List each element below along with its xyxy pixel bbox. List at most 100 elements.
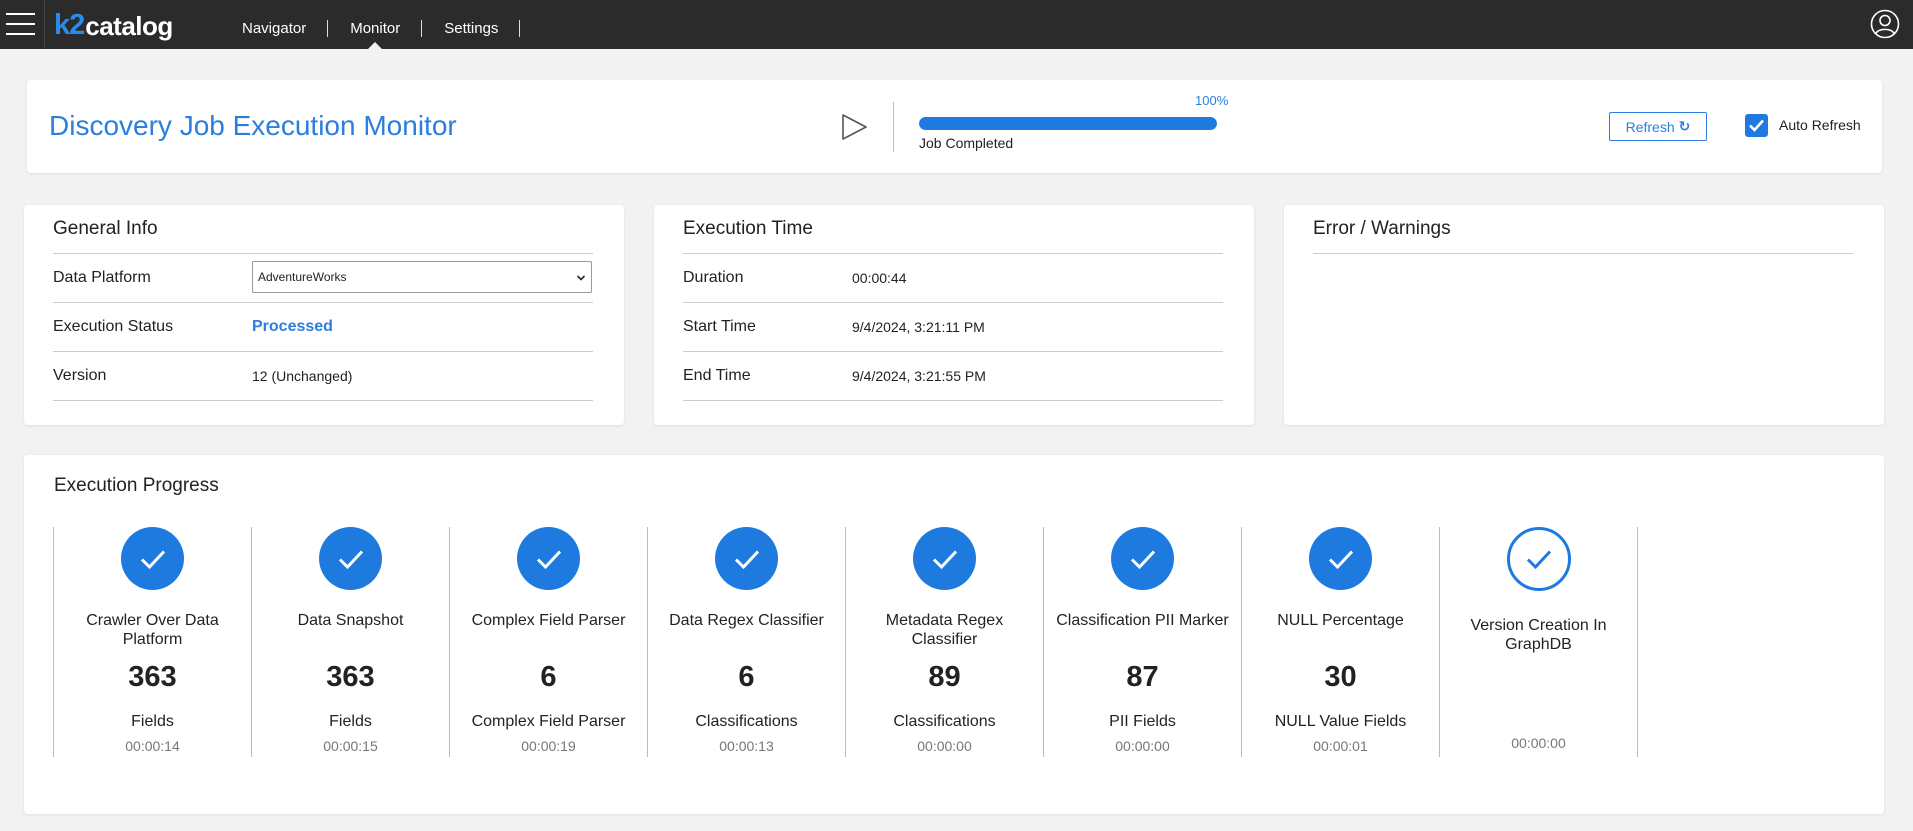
version-value: 12 (Unchanged) [252, 368, 353, 384]
data-platform-value: AdventureWorks [258, 270, 347, 284]
header-divider [893, 102, 894, 152]
step-count: 363 [326, 661, 375, 693]
nav-monitor[interactable]: Monitor [328, 0, 421, 49]
general-info-title: General Info [53, 218, 158, 239]
step-name: Complex Field Parser [471, 612, 626, 629]
execution-status-row: Execution Status Processed [53, 303, 593, 352]
step-count: 89 [928, 661, 961, 693]
step-duration: 00:00:01 [1313, 738, 1368, 754]
checkmark-icon [338, 549, 363, 569]
app-logo[interactable]: k2 catalog [54, 8, 173, 42]
auto-refresh-checkbox[interactable] [1745, 114, 1768, 137]
check-circle-icon [319, 527, 382, 590]
user-profile-icon[interactable] [1870, 9, 1900, 39]
end-time-label: End Time [683, 367, 751, 384]
step-unit: Classifications [695, 713, 798, 730]
step-unit: Classifications [893, 713, 996, 730]
step-unit: NULL Value Fields [1274, 713, 1407, 730]
checkmark-icon [1328, 549, 1353, 569]
checkmark-icon [1130, 549, 1155, 569]
play-icon[interactable] [839, 112, 869, 142]
execution-step: Data Snapshot 363 Fields 00:00:15 [251, 527, 449, 757]
duration-label: Duration [683, 269, 744, 286]
general-info-card: General Info Data Platform AdventureWork… [24, 205, 624, 425]
error-warnings-title: Error / Warnings [1313, 218, 1451, 239]
job-header-card: Discovery Job Execution Monitor 100% Job… [27, 80, 1882, 173]
nav-divider [519, 20, 521, 37]
refresh-button-label: Refresh [1625, 118, 1675, 135]
execution-step: Crawler Over Data Platform 363 Fields 00:00… [53, 527, 251, 757]
checkmark-icon [140, 549, 165, 569]
checkmark-icon [932, 549, 957, 569]
auto-refresh-label: Auto Refresh [1779, 117, 1861, 133]
step-name: Data Regex Classifier [669, 612, 824, 629]
step-unit: Complex Field Parser [471, 713, 626, 730]
step-count: 6 [738, 661, 755, 693]
duration-value: 00:00:44 [852, 270, 907, 286]
execution-step: NULL Percentage 30 NULL Value Fields 00:00:… [1241, 527, 1439, 757]
step-duration: 00:00:00 [1115, 738, 1170, 754]
step-unit: Fields [131, 713, 174, 730]
step-count: 363 [128, 661, 177, 693]
nav-navigator[interactable]: Navigator [220, 0, 327, 49]
divider [1313, 253, 1853, 254]
start-time-value: 9/4/2024, 3:21:11 PM [852, 319, 985, 335]
step-name: NULL Percentage [1277, 612, 1404, 629]
step-duration: 00:00:00 [917, 738, 972, 754]
logo-catalog: catalog [85, 11, 173, 41]
execution-step: Metadata Regex Classifier 89 Classificatio… [845, 527, 1043, 757]
checkmark-icon [536, 549, 561, 569]
refresh-button[interactable]: Refresh ↻ [1609, 112, 1707, 141]
refresh-icon: ↻ [1678, 118, 1691, 134]
step-name: Data Snapshot [297, 612, 404, 629]
chevron-down-icon [577, 275, 585, 281]
start-time-row: Start Time 9/4/2024, 3:21:11 PM [683, 303, 1223, 352]
step-name: Classification PII Marker [1056, 612, 1229, 629]
execution-step: Data Regex Classifier 6 Classifications 00:… [647, 527, 845, 757]
step-name: Crawler Over Data Platform [86, 612, 219, 648]
check-circle-icon [715, 527, 778, 590]
hamburger-menu-icon[interactable] [0, 0, 45, 49]
execution-progress-card: Execution Progress Crawler Over Data Pla… [24, 455, 1884, 814]
step-duration: 00:00:15 [323, 738, 378, 754]
error-warnings-card: Error / Warnings [1284, 205, 1884, 425]
version-row: Version 12 (Unchanged) [53, 352, 593, 401]
execution-status-label: Execution Status [53, 318, 174, 335]
step-duration: 00:00:13 [719, 738, 774, 754]
logo-k2: k2 [54, 9, 85, 41]
execution-progress-title: Execution Progress [54, 475, 219, 496]
step-duration: 00:00:00 [1511, 735, 1566, 751]
step-count: 30 [1324, 661, 1357, 693]
page-title: Discovery Job Execution Monitor [49, 110, 457, 141]
main-nav: Navigator Monitor Settings [220, 0, 521, 49]
data-platform-row: Data Platform AdventureWorks [53, 254, 593, 303]
execution-step: Classification PII Marker 87 PII Fields 00:… [1043, 527, 1241, 757]
check-circle-icon [1111, 527, 1174, 590]
step-unit: Fields [329, 713, 372, 730]
checkmark-icon [1749, 119, 1764, 132]
job-progress-fill [919, 117, 1217, 130]
step-duration: 00:00:19 [521, 738, 576, 754]
job-status-label: Job Completed [919, 135, 1014, 151]
top-bar: k2 catalog Navigator Monitor Settings [0, 0, 1913, 49]
execution-time-title: Execution Time [683, 218, 813, 239]
check-circle-icon [1309, 527, 1372, 590]
nav-settings[interactable]: Settings [422, 0, 519, 49]
checkmark-icon [734, 549, 759, 569]
duration-row: Duration 00:00:44 [683, 254, 1223, 303]
check-circle-icon [913, 527, 976, 590]
step-unit: PII Fields [1109, 713, 1176, 730]
progress-percent: 100% [1195, 93, 1229, 108]
execution-time-card: Execution Time Duration 00:00:44 Start T… [654, 205, 1254, 425]
execution-status-value: Processed [252, 318, 333, 335]
execution-step: Version Creation In GraphDB 00:00:00 [1439, 527, 1638, 757]
check-circle-icon [1507, 527, 1571, 591]
execution-steps: Crawler Over Data Platform 363 Fields 00:00… [53, 527, 1638, 757]
checkmark-icon [1526, 550, 1552, 570]
data-platform-select[interactable]: AdventureWorks [252, 261, 592, 293]
check-circle-icon [121, 527, 184, 590]
check-circle-icon [517, 527, 580, 590]
version-label: Version [53, 367, 107, 384]
data-platform-label: Data Platform [53, 269, 151, 286]
end-time-row: End Time 9/4/2024, 3:21:55 PM [683, 352, 1223, 401]
